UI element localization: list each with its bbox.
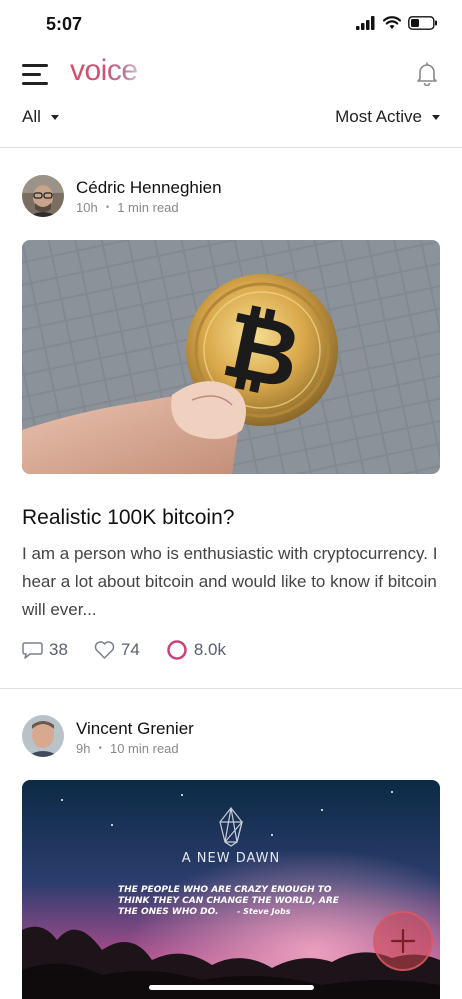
plus-icon — [390, 928, 416, 954]
wifi-icon — [383, 16, 401, 29]
sort-filter-dropdown[interactable]: Most Active — [335, 107, 440, 127]
author-name[interactable]: Vincent Grenier — [76, 719, 194, 739]
status-bar: 5:07 — [0, 0, 462, 50]
add-post-button[interactable] — [373, 911, 433, 971]
comments-stat[interactable]: 38 — [22, 640, 68, 660]
author-name[interactable]: Cédric Henneghien — [76, 178, 222, 198]
avatar[interactable] — [22, 715, 64, 757]
likes-stat[interactable]: 74 — [94, 640, 140, 660]
view-count: 8.0k — [193, 640, 226, 659]
post-time: 9h — [76, 741, 91, 756]
image-quote-line: THE ONES WHO DO. — [118, 907, 219, 917]
battery-icon — [408, 16, 437, 30]
sort-filter-label: Most Active — [335, 107, 422, 126]
comment-icon — [22, 642, 43, 659]
views-ring-icon — [167, 640, 187, 660]
app-header: voice — [0, 52, 462, 96]
heart-icon — [94, 640, 115, 659]
post-stats: 38 74 8.0k — [22, 639, 252, 661]
chevron-down-icon — [50, 114, 59, 120]
comment-count: 38 — [49, 640, 68, 659]
avatar[interactable] — [22, 175, 64, 217]
image-quote-author: - Steve Jobs — [237, 907, 291, 916]
meta-separator: • — [98, 743, 102, 754]
like-count: 74 — [120, 640, 140, 659]
category-filter-label: All — [22, 107, 41, 126]
post-image-bitcoin[interactable]: ₿ — [22, 240, 440, 474]
post-excerpt[interactable]: I am a person who is enthusiastic with c… — [22, 540, 442, 624]
category-filter-dropdown[interactable]: All — [22, 107, 59, 127]
post-image-new-dawn[interactable]: A NEW DAWN THE PEOPLE WHO ARE CRAZY ENOU… — [22, 780, 440, 999]
read-time: 1 min read — [117, 200, 179, 215]
post-meta: 9h • 10 min read — [76, 741, 179, 756]
post-time: 10h — [76, 200, 98, 215]
read-time: 10 min read — [109, 741, 179, 756]
post-card[interactable]: Cédric Henneghien 10h • 1 min read ₿ Rea… — [0, 148, 462, 688]
voice-logo: voice — [70, 54, 138, 87]
home-indicator — [149, 985, 314, 990]
filter-row: All Most Active — [0, 102, 462, 134]
meta-separator: • — [105, 202, 110, 213]
menu-icon[interactable] — [22, 64, 48, 86]
post-title[interactable]: Realistic 100K bitcoin? — [22, 506, 234, 530]
image-heading: A NEW DAWN — [182, 851, 281, 866]
status-time: 5:07 — [46, 14, 83, 34]
signal-icon — [356, 16, 375, 30]
views-stat: 8.0k — [166, 639, 226, 661]
chevron-down-icon — [432, 114, 440, 120]
bell-icon[interactable] — [416, 62, 438, 86]
image-quote-line: THINK THEY CAN CHANGE THE WORLD, ARE — [118, 896, 340, 906]
image-quote-line: THE PEOPLE WHO ARE CRAZY ENOUGH TO — [118, 885, 332, 895]
status-icons — [356, 16, 438, 30]
post-meta: 10h • 1 min read — [76, 200, 179, 215]
